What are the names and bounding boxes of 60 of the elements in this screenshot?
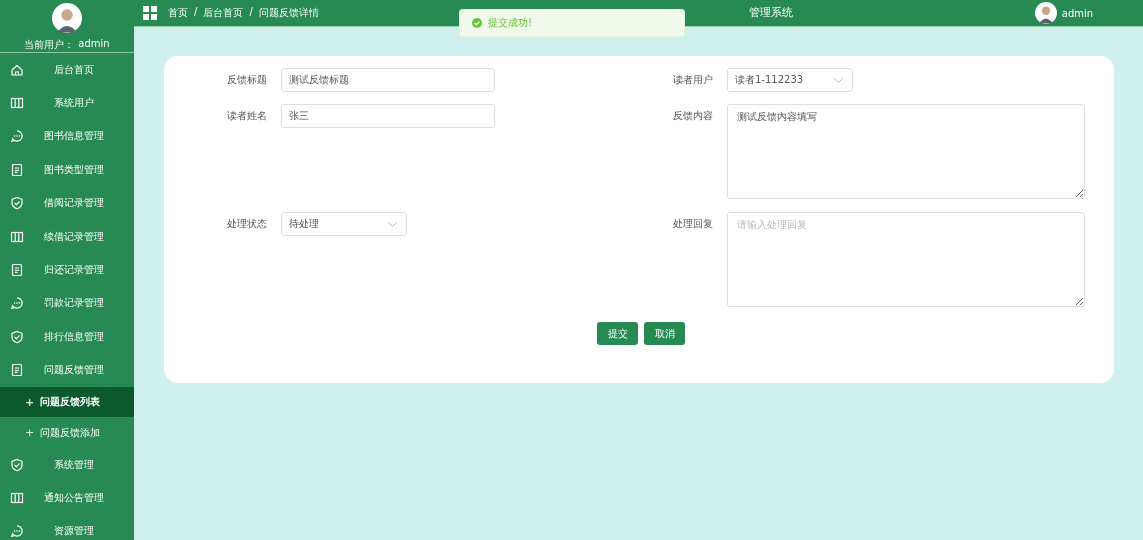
menu-item[interactable]: 借阅记录管理 [0,186,134,220]
toast-message: 提交成功! [488,16,532,30]
columns-icon [10,491,24,505]
breadcrumb-link[interactable]: 问题反馈详情 [258,6,319,20]
menu-item[interactable]: 系统管理 [0,447,134,482]
app-title: 管理系统 [748,6,793,20]
avatar-icon [1034,2,1057,24]
columns-icon [10,229,24,244]
chat-icon [10,129,24,144]
submenu-item[interactable]: + 问题反馈添加 [0,417,134,448]
document-icon [10,162,24,177]
menu-item[interactable]: 图书信息管理 [0,119,134,154]
submit-button[interactable]: 提交 [597,322,638,345]
field-label: 处理回复 [672,217,714,231]
field-label: 读者姓名 [226,109,268,123]
field-label: 处理状态 [226,217,268,231]
menu-item[interactable]: 归还记录管理 [0,253,134,287]
chat-icon [10,296,24,311]
grid-menu-icon [143,6,157,20]
menu-item[interactable]: 续借记录管理 [0,219,134,254]
plus-icon: + [25,426,40,440]
menu-item[interactable]: 通知公告管理 [0,481,134,515]
success-icon [472,18,482,28]
user-name[interactable]: admin [1061,7,1094,19]
current-user-name: admin [78,38,110,51]
chat-icon [10,524,24,539]
chevron-down-icon [388,221,397,227]
select-field[interactable]: 读者1-112233 [727,68,853,92]
select-field[interactable]: 待处理 [281,212,407,236]
input-field[interactable]: 测试反馈标题 [281,68,495,92]
breadcrumb-link[interactable]: 后台首页 [203,6,244,20]
menu-item[interactable]: 问题反馈管理 [0,353,134,387]
menu-item[interactable]: 后台首页 [0,53,134,87]
menu-item[interactable]: 排行信息管理 [0,320,134,354]
shield-icon [10,329,24,344]
text-area[interactable]: 请输入处理回复 [727,212,1085,307]
submenu-item[interactable]: + 问题反馈列表 [0,386,134,418]
field-label: 反馈标题 [226,73,268,87]
chevron-down-icon [834,77,843,83]
avatar-icon [52,3,82,33]
menu-item[interactable]: 资源管理 [0,514,134,540]
breadcrumb-link[interactable]: 首页 [168,6,188,20]
columns-icon [10,96,24,111]
breadcrumb-separator: / [194,6,198,19]
current-user-label: 当前用户： [24,38,75,52]
text-area[interactable]: 测试反馈内容填写 [727,104,1085,199]
plus-icon: + [25,395,40,409]
menu-item[interactable]: 罚款记录管理 [0,286,134,321]
menu-item[interactable]: 系统用户 [0,86,134,120]
home-icon [10,62,24,77]
document-icon [10,263,24,278]
shield-icon [10,196,24,211]
breadcrumb-separator: / [249,6,253,19]
field-label: 反馈内容 [672,109,714,123]
shield-icon [10,457,24,472]
field-label: 读者用户 [672,73,714,87]
document-icon [10,363,24,378]
cancel-button[interactable]: 取消 [644,322,685,345]
input-field[interactable]: 张三 [281,104,495,128]
menu-item[interactable]: 图书类型管理 [0,153,134,187]
